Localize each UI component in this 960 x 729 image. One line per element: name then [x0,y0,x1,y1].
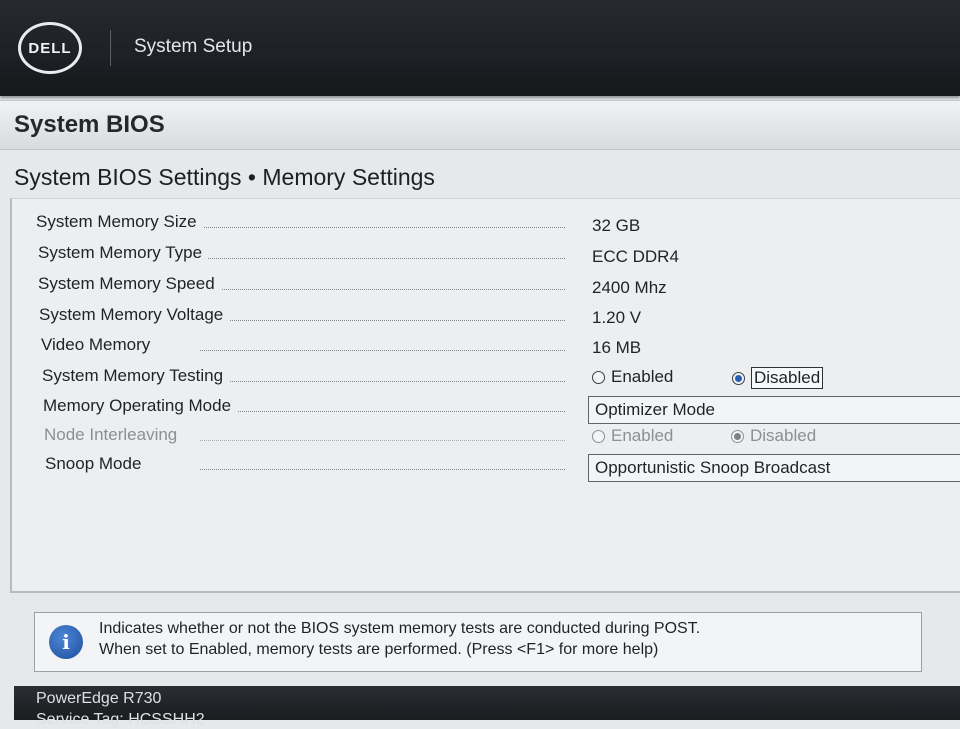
header-divider [110,30,111,66]
help-box: i Indicates whether or not the BIOS syst… [34,612,922,672]
dotted-leader [200,227,565,228]
memory-voltage-value: 1.20 V [592,308,642,327]
dotted-leader [200,469,565,470]
operating-mode-label: Memory Operating Mode [43,396,238,416]
memory-type-value: ECC DDR4 [592,247,679,266]
help-text-line2: When set to Enabled, memory tests are pe… [99,641,659,658]
memory-testing-label: System Memory Testing [42,366,230,386]
row-memory-size: System Memory Size 32 GB [0,208,960,236]
video-memory-label: Video Memory [41,335,157,355]
row-memory-type: System Memory Type ECC DDR4 [0,239,960,267]
radio-selected-icon[interactable] [732,371,745,385]
section-title: System BIOS Settings • Memory Settings [14,164,435,190]
page-title-band: System BIOS [0,100,960,150]
operating-mode-select[interactable]: Optimizer Mode [588,396,960,424]
disabled-option-label: Disabled [750,426,817,445]
memory-voltage-label: System Memory Voltage [39,305,230,325]
node-interleaving-label: Node Interleaving [44,425,184,445]
dotted-leader [200,289,565,290]
memory-type-label: System Memory Type [38,243,209,263]
video-memory-value: 16 MB [592,338,642,357]
row-operating-mode[interactable]: Memory Operating Mode Optimizer Mode [0,392,960,424]
radio-unselected-icon[interactable] [592,370,605,384]
memory-speed-label: System Memory Speed [38,274,221,294]
radio-selected-icon [731,429,744,443]
node-interleaving-enabled-radio: Enabled [592,426,673,446]
footer-bar: PowerEdge R730 Service Tag: HCSSHH2 [14,686,960,728]
disabled-option-label: Disabled [751,367,824,389]
row-snoop-mode[interactable]: Snoop Mode Opportunistic Snoop Broadcast [0,450,960,482]
dotted-leader [200,320,565,321]
enabled-option-label: Enabled [611,367,674,386]
snoop-mode-label: Snoop Mode [45,454,148,474]
row-memory-voltage: System Memory Voltage 1.20 V [0,301,960,329]
dotted-leader [200,258,565,259]
memory-testing-enabled-radio[interactable]: Enabled [592,367,673,387]
memory-testing-disabled-radio[interactable]: Disabled [732,367,824,389]
radio-unselected-icon [592,429,605,443]
dotted-leader [200,381,565,382]
memory-size-label: System Memory Size [36,212,203,232]
info-icon: i [49,625,83,659]
system-model: PowerEdge R730 [36,690,162,707]
enabled-option-label: Enabled [611,426,674,445]
page-title: System BIOS [14,111,165,138]
dotted-leader [200,411,565,412]
row-memory-speed: System Memory Speed 2400 Mhz [0,270,960,298]
help-text-line1: Indicates whether or not the BIOS system… [99,620,701,637]
memory-size-value: 32 GB [592,216,641,235]
row-node-interleaving: Node Interleaving Enabled Disabled [0,421,960,449]
service-tag: Service Tag: HCSSHH2 [36,711,205,728]
app-title: System Setup [134,36,253,57]
dell-logo: DELL [18,22,82,74]
dotted-leader [200,440,565,441]
node-interleaving-disabled-radio: Disabled [731,426,816,446]
top-header: DELL System Setup [0,0,960,96]
row-video-memory: Video Memory 16 MB [0,331,960,359]
dotted-leader [200,350,565,351]
memory-speed-value: 2400 Mhz [592,278,667,297]
snoop-mode-select[interactable]: Opportunistic Snoop Broadcast [588,454,960,482]
row-memory-testing[interactable]: System Memory Testing Enabled Disabled [0,362,960,390]
